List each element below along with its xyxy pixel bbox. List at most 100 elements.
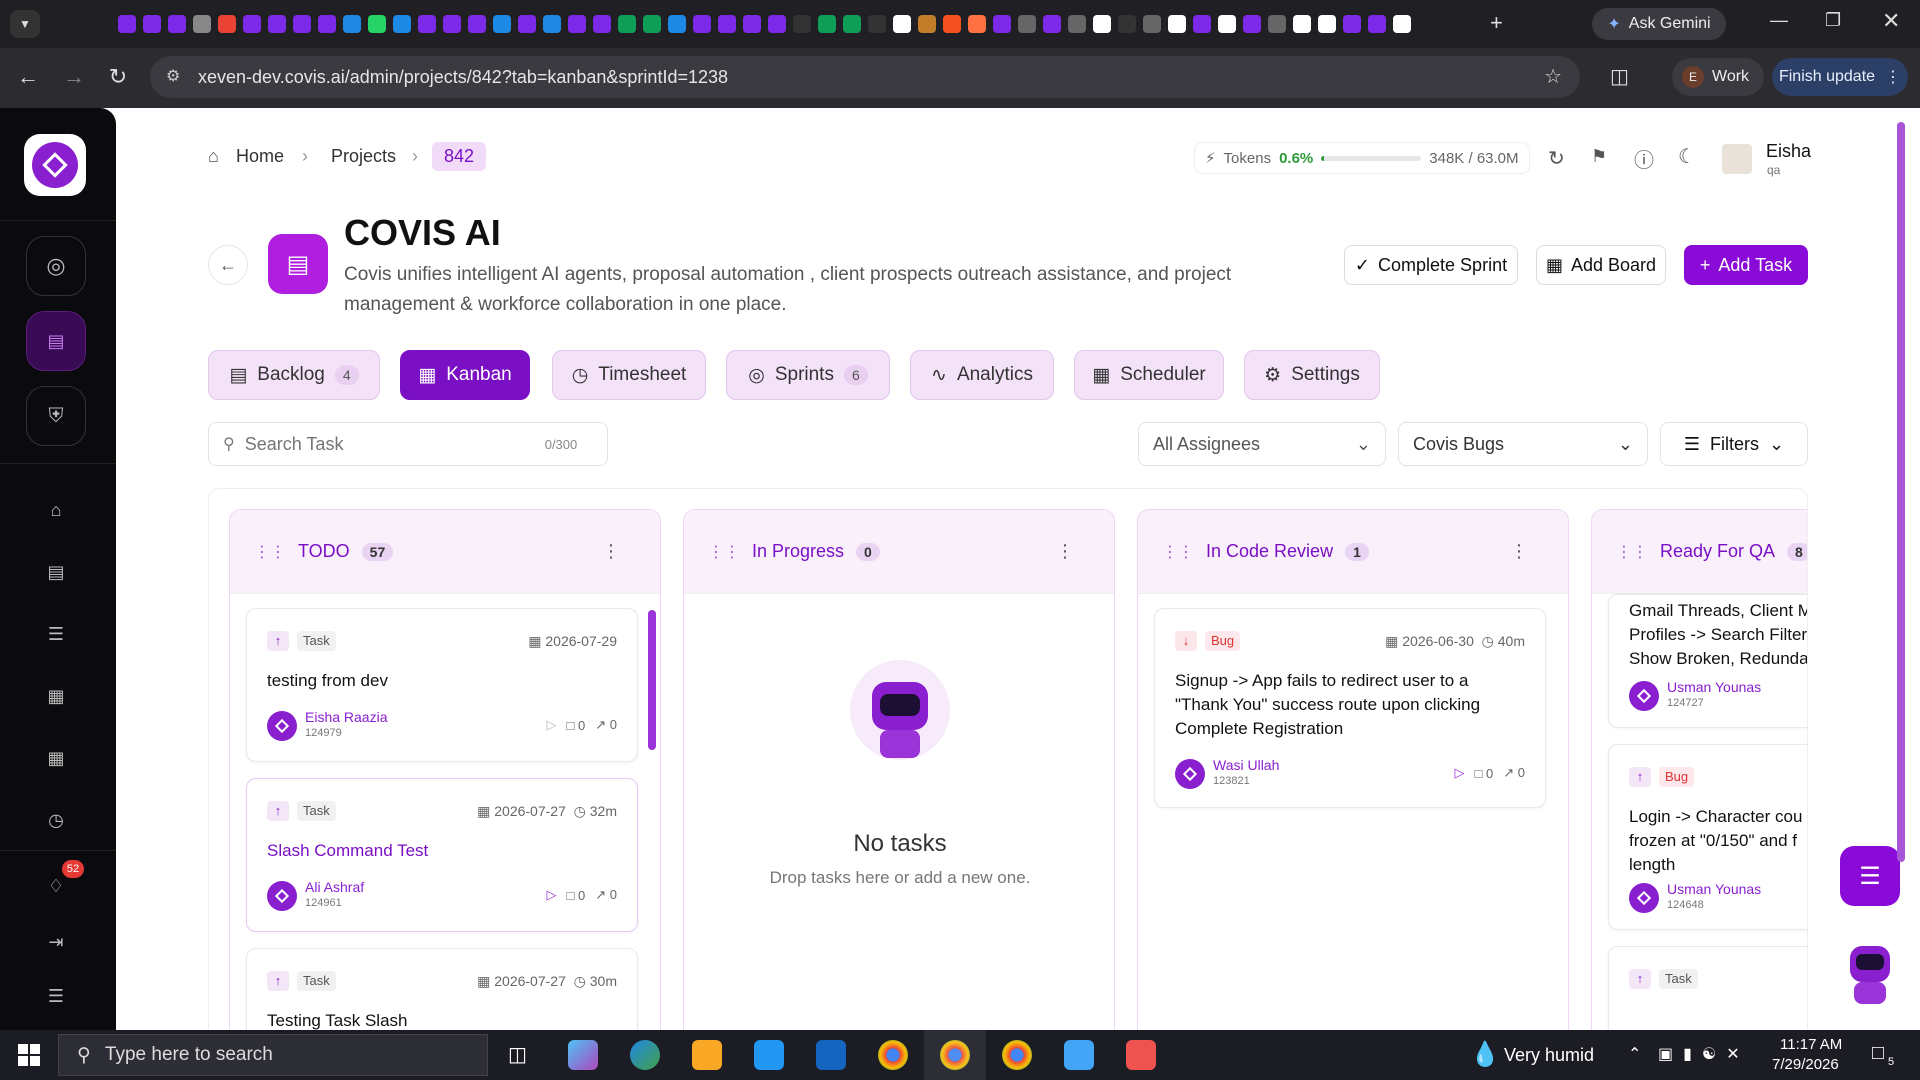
assignee-name[interactable]: Ali Ashraf [305, 879, 364, 895]
browser-tab-favicon[interactable] [468, 15, 486, 33]
more-vertical-icon[interactable]: ⋮ [1056, 541, 1074, 562]
board-select[interactable]: Covis Bugs ⌄ [1398, 422, 1648, 466]
browser-tab-favicon[interactable] [343, 15, 361, 33]
new-tab-button[interactable]: + [1490, 10, 1503, 36]
browser-tab-favicon[interactable] [318, 15, 336, 33]
tab-kanban[interactable]: ▦ Kanban [400, 350, 530, 400]
megaphone-icon[interactable]: ⚑ [1591, 146, 1607, 167]
browser-tab-favicon[interactable] [518, 15, 536, 33]
task-card[interactable]: ↑ Task ▦ 2026-07-27 ◷ 30m Testing Task S… [246, 948, 638, 1030]
browser-tab-favicon[interactable] [843, 15, 861, 33]
forward-icon[interactable]: → [52, 64, 96, 90]
extensions-icon[interactable]: ◫ [1610, 64, 1629, 89]
snipping-tool-icon[interactable] [1126, 1040, 1156, 1070]
minimize-icon[interactable]: — [1770, 10, 1788, 31]
browser-tab-favicon[interactable] [1143, 15, 1161, 33]
tray-chevron-icon[interactable]: ⌃ [1628, 1044, 1641, 1064]
finish-update-button[interactable]: Finish update ⋮ [1772, 58, 1908, 96]
browser-tab-favicon[interactable] [618, 15, 636, 33]
drag-handle-icon[interactable]: ⋮⋮ [708, 542, 740, 562]
app-logo[interactable] [24, 134, 86, 196]
url-field[interactable]: ⚙ xeven-dev.covis.ai/admin/projects/842?… [150, 56, 1580, 98]
edge-icon[interactable] [630, 1040, 660, 1070]
logout-icon[interactable]: ⇥ [44, 932, 68, 956]
browser-tab-favicon[interactable] [1268, 15, 1286, 33]
browser-tab-favicon[interactable] [443, 15, 461, 33]
browser-tab-favicon[interactable] [943, 15, 961, 33]
clock-time[interactable]: 11:17 AM [1780, 1036, 1842, 1053]
browser-tab-favicon[interactable] [118, 15, 136, 33]
browser-tab-favicon[interactable] [1018, 15, 1036, 33]
assignee-name[interactable]: Usman Younas [1667, 679, 1761, 695]
browser-tab-favicon[interactable] [1343, 15, 1361, 33]
browser-tab-favicon[interactable] [1118, 15, 1136, 33]
browser-tab-favicon[interactable] [1318, 15, 1336, 33]
back-icon[interactable]: ← [6, 64, 50, 90]
calendar-icon[interactable]: ▦ [44, 686, 68, 710]
browser-tab-favicon[interactable] [1368, 15, 1386, 33]
tab-analytics[interactable]: ∿ Analytics [910, 350, 1054, 400]
list-icon[interactable]: ☰ [44, 624, 68, 648]
assignees-select[interactable]: All Assignees ⌄ [1138, 422, 1386, 466]
tab-list-dropdown-icon[interactable]: ▼ [10, 10, 40, 38]
bell-icon[interactable]: ♢ [44, 876, 68, 900]
filters-button[interactable]: ☰ Filters ⌄ [1660, 422, 1808, 466]
browser-tab-favicon[interactable] [1243, 15, 1261, 33]
sidebar-projects-icon[interactable]: ▤ [26, 311, 86, 371]
assignee-name[interactable]: Usman Younas [1667, 881, 1761, 897]
search-input[interactable] [244, 433, 535, 455]
task-card[interactable]: ↑ Task ▦ 2026-07-29 testing from dev Eis… [246, 608, 638, 762]
browser-tab-favicon[interactable] [693, 15, 711, 33]
browser-tab-favicon[interactable] [368, 15, 386, 33]
back-button[interactable]: ← [208, 245, 248, 285]
play-icon[interactable]: ▷ [547, 717, 557, 733]
page-scrollbar[interactable] [1894, 112, 1906, 1022]
profile-button[interactable]: E Work [1672, 58, 1764, 96]
chrome-icon[interactable] [878, 1040, 908, 1070]
browser-tab-favicon[interactable] [293, 15, 311, 33]
assignee-name[interactable]: Eisha Raazia [305, 709, 388, 725]
copilot-icon[interactable] [568, 1040, 598, 1070]
browser-tab-favicon[interactable] [793, 15, 811, 33]
tab-settings[interactable]: ⚙ Settings [1244, 350, 1380, 400]
browser-tab-favicon[interactable] [268, 15, 286, 33]
browser-tab-favicon[interactable] [818, 15, 836, 33]
schedule-icon[interactable]: ▦ [44, 748, 68, 772]
notification-center-icon[interactable]: □ [1872, 1042, 1884, 1065]
browser-tab-favicon[interactable] [668, 15, 686, 33]
outlook-icon[interactable] [816, 1040, 846, 1070]
browser-tab-favicon[interactable] [718, 15, 736, 33]
browser-tab-favicon[interactable] [868, 15, 886, 33]
scrollbar[interactable] [648, 610, 656, 750]
browser-tab-favicon[interactable] [143, 15, 161, 33]
browser-tab-favicon[interactable] [218, 15, 236, 33]
browser-tab-favicon[interactable] [168, 15, 186, 33]
browser-tab-favicon[interactable] [1093, 15, 1111, 33]
browser-tab-favicon[interactable] [1218, 15, 1236, 33]
tab-timesheet[interactable]: ◷ Timesheet [552, 350, 706, 400]
browser-tab-favicon[interactable] [768, 15, 786, 33]
browser-tab-favicon[interactable] [243, 15, 261, 33]
bookmark-star-icon[interactable]: ☆ [1544, 64, 1562, 89]
tab-backlog[interactable]: ▤ Backlog 4 [208, 350, 380, 400]
tray-icons[interactable]: ▣▮☯✕ [1658, 1044, 1750, 1064]
sidebar-shield-icon[interactable]: ⛨ [26, 386, 86, 446]
add-task-button[interactable]: + Add Task [1684, 245, 1808, 285]
ask-gemini-button[interactable]: ✦ Ask Gemini [1592, 8, 1726, 40]
windows-start-icon[interactable] [18, 1044, 40, 1066]
browser-tab-favicon[interactable] [393, 15, 411, 33]
menu-icon[interactable]: ☰ [44, 986, 68, 1010]
refresh-icon[interactable]: ↻ [1548, 146, 1565, 171]
task-list-fab[interactable]: ☰ [1840, 846, 1900, 906]
sidebar-target-icon[interactable]: ◎ [26, 236, 86, 296]
play-icon[interactable]: ▷ [1455, 765, 1465, 781]
assistant-robot-icon[interactable] [1838, 938, 1902, 1008]
breadcrumb-home[interactable]: Home [236, 146, 284, 167]
tab-sprints[interactable]: ◎ Sprints 6 [726, 350, 890, 400]
bug-card[interactable]: ↑ Bug Login -> Character cou frozen at "… [1608, 744, 1807, 930]
photos-icon[interactable] [1064, 1040, 1094, 1070]
browser-tab-favicon[interactable] [1293, 15, 1311, 33]
play-icon[interactable]: ▷ [547, 887, 557, 903]
browser-tab-favicon[interactable] [193, 15, 211, 33]
browser-tab-favicon[interactable] [568, 15, 586, 33]
